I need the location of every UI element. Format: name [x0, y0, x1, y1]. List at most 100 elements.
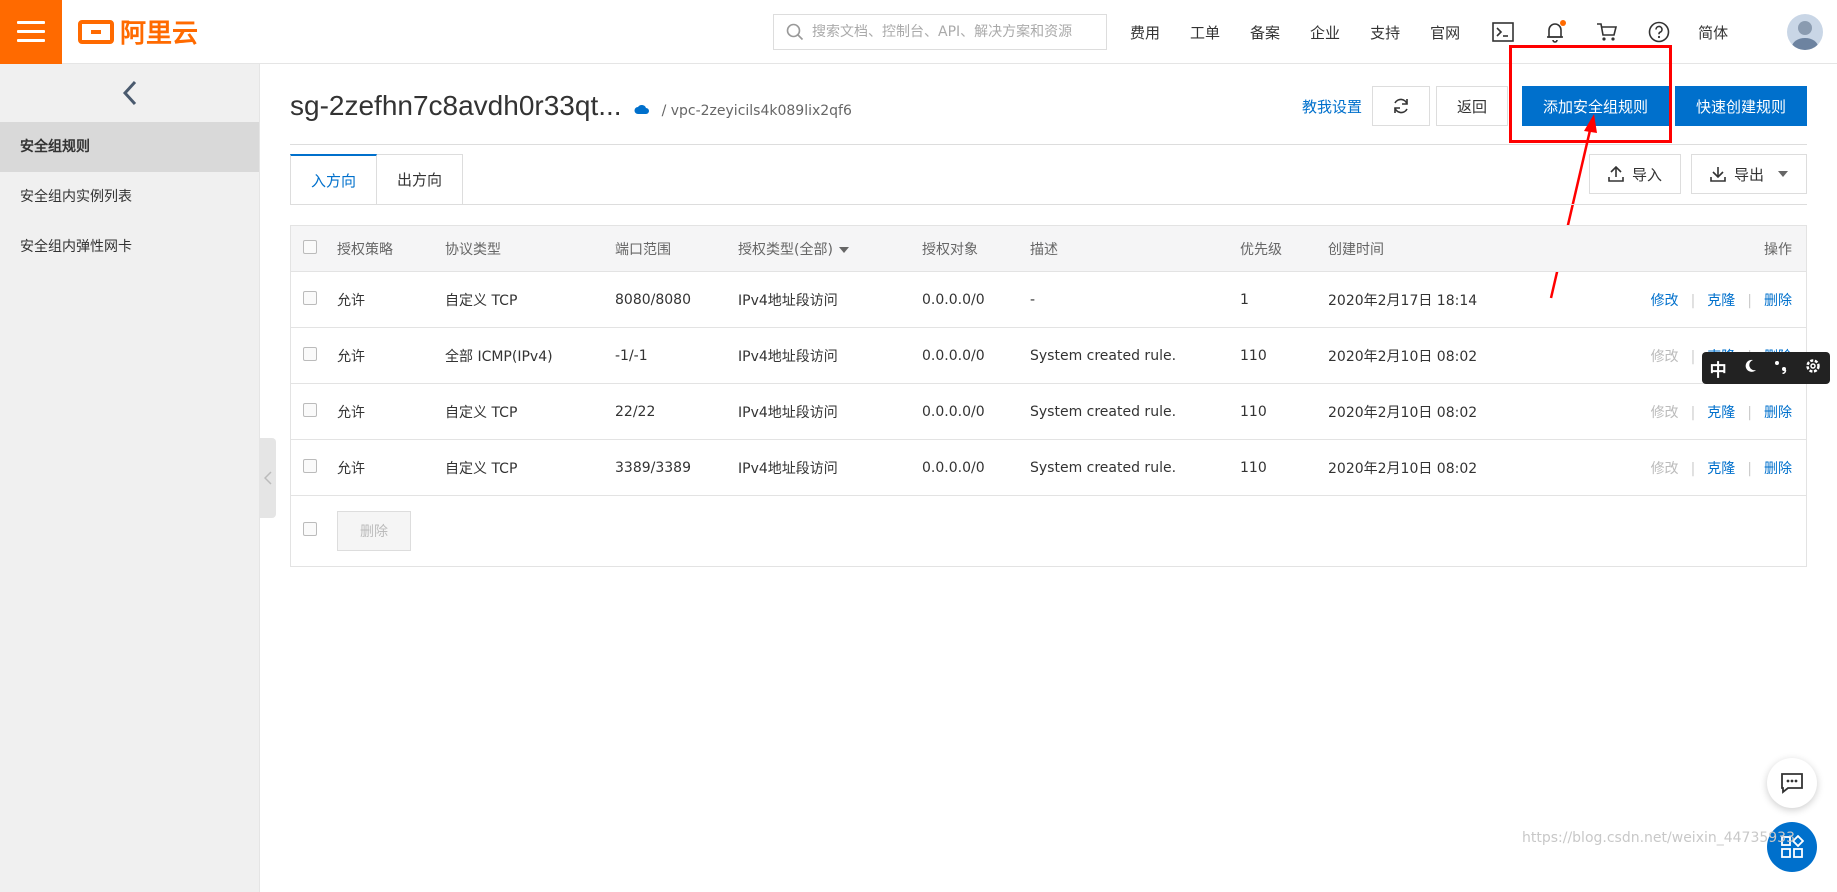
table-row: 允许 自定义 TCP 8080/8080 IPv4地址段访问 0.0.0.0/0… [291, 272, 1806, 328]
cell-desc: System created rule. [1030, 347, 1177, 364]
export-button[interactable]: 导出 [1690, 154, 1807, 194]
nav-item-tickets[interactable]: 工单 [1190, 22, 1220, 43]
col-auth-type-filter[interactable]: 授权类型(全部) [738, 239, 922, 259]
cell-created: 2020年2月10日 08:02 [1328, 404, 1478, 421]
cell-auth-type: IPv4地址段访问 [738, 292, 838, 309]
col-auth-type-label: 授权类型(全部) [738, 241, 833, 258]
upload-icon [1608, 166, 1624, 182]
table-footer-row: 删除 [291, 496, 1806, 566]
nav-item-icp[interactable]: 备案 [1250, 22, 1280, 43]
cell-target: 0.0.0.0/0 [922, 459, 985, 476]
import-button[interactable]: 导入 [1588, 154, 1681, 194]
col-policy: 授权策略 [337, 241, 393, 258]
select-all-checkbox[interactable] [303, 239, 317, 254]
nav-item-support[interactable]: 支持 [1370, 22, 1400, 43]
cell-policy: 允许 [337, 460, 365, 477]
caret-down-icon [838, 246, 849, 253]
col-desc: 描述 [1030, 241, 1058, 258]
cloud-icon [634, 103, 650, 119]
clone-link[interactable]: 克隆 [1707, 461, 1735, 477]
sidebar: 安全组规则 安全组内实例列表 安全组内弹性网卡 [0, 64, 260, 892]
col-priority: 优先级 [1240, 241, 1282, 258]
punctuation-icon[interactable] [1773, 358, 1789, 379]
user-avatar[interactable] [1787, 14, 1823, 50]
cell-port: 8080/8080 [615, 291, 691, 308]
tab-divider [290, 204, 1807, 205]
chat-button[interactable] [1767, 758, 1817, 808]
page-header: sg-2zefhn7c8avdh0r33qt... / vpc-2zeyicil… [290, 90, 852, 122]
back-button[interactable]: 返回 [1435, 86, 1508, 126]
cell-port: -1/-1 [615, 347, 648, 364]
cell-created: 2020年2月10日 08:02 [1328, 460, 1478, 477]
notification-dot [1560, 20, 1567, 26]
cell-priority: 110 [1240, 347, 1267, 364]
cell-actions: 修改|克隆|删除 [1650, 404, 1792, 421]
row-checkbox[interactable] [303, 346, 317, 361]
delete-link[interactable]: 删除 [1764, 293, 1792, 309]
cell-desc: - [1030, 291, 1036, 308]
vpc-link[interactable]: / vpc-2zeyicils4k089lix2qf6 [662, 103, 852, 119]
quick-create-rule-button[interactable]: 快速创建规则 [1674, 86, 1807, 126]
table-row: 允许 全部 ICMP(IPv4) -1/-1 IPv4地址段访问 0.0.0.0… [291, 328, 1806, 384]
cell-target: 0.0.0.0/0 [922, 347, 985, 364]
cell-priority: 110 [1240, 459, 1267, 476]
cell-port: 3389/3389 [615, 459, 691, 476]
back-chevron-icon[interactable] [0, 64, 259, 122]
row-checkbox[interactable] [303, 458, 317, 473]
clone-link[interactable]: 克隆 [1707, 293, 1735, 309]
cell-auth-type: IPv4地址段访问 [738, 460, 838, 477]
row-checkbox[interactable] [303, 290, 317, 305]
ime-mode-toggle[interactable]: 中 [1710, 356, 1727, 381]
tab-inbound[interactable]: 入方向 [290, 154, 378, 205]
cell-policy: 允许 [337, 348, 365, 365]
row-checkbox[interactable] [303, 402, 317, 417]
help-icon[interactable] [1646, 19, 1672, 45]
cart-icon[interactable] [1594, 19, 1620, 45]
nav-item-official-site[interactable]: 官网 [1430, 22, 1460, 43]
edit-link-disabled: 修改 [1650, 460, 1679, 477]
moon-icon[interactable] [1742, 358, 1758, 379]
bell-icon[interactable] [1542, 19, 1568, 45]
sidebar-item-instances[interactable]: 安全组内实例列表 [0, 172, 259, 222]
cell-protocol: 自定义 TCP [445, 292, 518, 309]
delete-link[interactable]: 删除 [1764, 405, 1792, 421]
cell-port: 22/22 [615, 403, 656, 420]
search-box[interactable] [773, 14, 1107, 50]
edit-link-disabled: 修改 [1650, 348, 1679, 365]
export-label: 导出 [1733, 165, 1764, 184]
edit-link[interactable]: 修改 [1651, 293, 1679, 309]
table-header-row: 授权策略 协议类型 端口范围 授权类型(全部) 授权对象 描述 优先级 创建时间… [291, 226, 1806, 272]
rules-table: 授权策略 协议类型 端口范围 授权类型(全部) 授权对象 描述 优先级 创建时间… [290, 225, 1807, 567]
aliyun-logo[interactable]: 阿里云 [78, 13, 198, 50]
refresh-icon [1394, 98, 1408, 114]
chevron-down-icon [1778, 171, 1788, 177]
footer-select-all-checkbox[interactable] [303, 522, 317, 536]
sidebar-item-enis[interactable]: 安全组内弹性网卡 [0, 222, 259, 272]
title-divider [290, 144, 1807, 145]
teach-me-link[interactable]: 教我设置 [1302, 96, 1362, 117]
edit-link-disabled: 修改 [1650, 404, 1679, 421]
download-icon [1710, 167, 1726, 182]
tab-outbound[interactable]: 出方向 [377, 154, 464, 205]
direction-tabs: 入方向 出方向 [290, 154, 464, 205]
cell-actions: 修改|克隆|删除 [1650, 292, 1792, 309]
nav-item-enterprise[interactable]: 企业 [1310, 22, 1340, 43]
page-title: sg-2zefhn7c8avdh0r33qt... [290, 90, 622, 121]
logo-text: 阿里云 [120, 19, 199, 49]
gear-icon[interactable] [1804, 357, 1822, 380]
collapse-sidebar-handle[interactable] [260, 438, 276, 518]
language-switch[interactable]: 简体 [1698, 22, 1728, 43]
cell-priority: 1 [1240, 291, 1249, 308]
terminal-icon[interactable] [1490, 19, 1516, 45]
table-row: 允许 自定义 TCP 3389/3389 IPv4地址段访问 0.0.0.0/0… [291, 440, 1806, 496]
col-target: 授权对象 [922, 241, 978, 258]
nav-item-fees[interactable]: 费用 [1130, 22, 1160, 43]
refresh-button[interactable] [1371, 86, 1430, 126]
delete-link[interactable]: 删除 [1764, 461, 1792, 477]
clone-link[interactable]: 克隆 [1707, 405, 1735, 421]
col-port: 端口范围 [615, 241, 671, 258]
cell-target: 0.0.0.0/0 [922, 403, 985, 420]
sidebar-item-rules[interactable]: 安全组规则 [0, 122, 259, 172]
search-input[interactable] [812, 24, 1092, 40]
menu-button[interactable] [0, 0, 62, 64]
